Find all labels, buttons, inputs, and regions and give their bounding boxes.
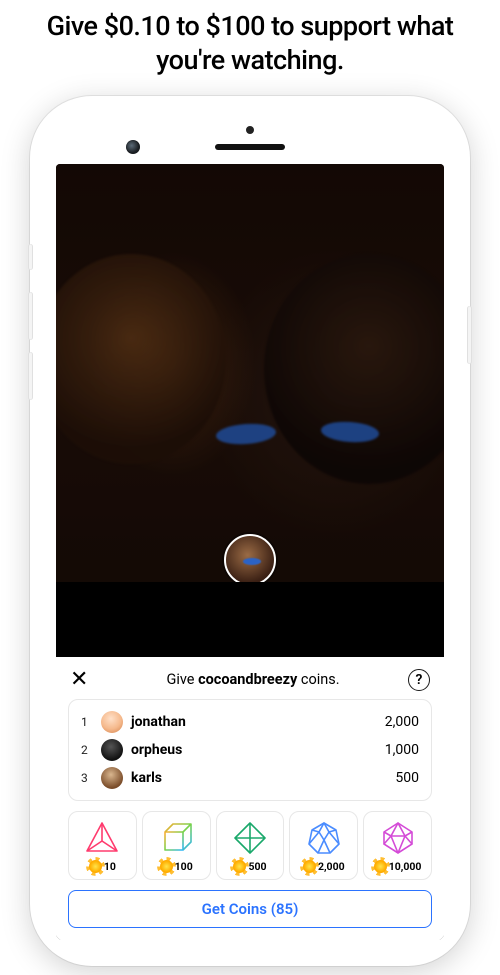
coin-option-10000[interactable]: 10,000: [363, 811, 432, 880]
icosahedron-icon: [378, 819, 418, 857]
front-camera-icon: [126, 140, 140, 154]
panel-title-user: cocoandbreezy: [198, 671, 297, 688]
speaker-grille-icon: [215, 144, 285, 150]
coin-icon: [374, 860, 387, 873]
dodecahedron-icon: [304, 819, 344, 857]
cube-icon: [156, 819, 196, 857]
avatar: [101, 739, 123, 761]
panel-title: Give cocoandbreezy coins.: [98, 671, 408, 688]
creator-avatar[interactable]: [224, 534, 276, 582]
camera-dot-icon: [246, 126, 254, 134]
coin-icon: [89, 860, 102, 873]
marketing-headline: Give $0.10 to $100 to support what you'r…: [0, 0, 500, 96]
leaderboard-coins: 2,000: [385, 714, 419, 730]
leaderboard-name: orpheus: [131, 742, 385, 758]
coin-options: 10 100 500: [68, 811, 432, 880]
panel-header: ✕ Give cocoandbreezy coins. ?: [66, 667, 434, 699]
phone-frame: ✕ Give cocoandbreezy coins. ? 1 jonathan…: [30, 96, 470, 966]
power-button: [467, 306, 472, 364]
leaderboard-rank: 1: [81, 715, 95, 729]
leaderboard: 1 jonathan 2,000 2 orpheus 1,000 3: [68, 699, 432, 801]
leaderboard-name: karls: [131, 770, 395, 786]
coin-icon: [233, 860, 246, 873]
coin-option-10[interactable]: 10: [68, 811, 137, 880]
phone-body: ✕ Give cocoandbreezy coins. ? 1 jonathan…: [44, 110, 456, 952]
volume-down-button: [28, 352, 33, 400]
help-icon[interactable]: ?: [408, 669, 430, 691]
coins-panel: ✕ Give cocoandbreezy coins. ? 1 jonathan…: [56, 657, 444, 940]
leaderboard-coins: 500: [395, 770, 419, 786]
coin-amount: 10: [104, 860, 116, 873]
leaderboard-rank: 3: [81, 771, 95, 785]
avatar: [101, 711, 123, 733]
tetrahedron-icon: [82, 819, 122, 857]
video-dim-overlay: [56, 164, 444, 582]
leaderboard-row[interactable]: 1 jonathan 2,000: [81, 708, 419, 736]
leaderboard-rank: 2: [81, 743, 95, 757]
coin-icon: [303, 860, 316, 873]
panel-title-suffix: coins.: [297, 671, 339, 688]
octahedron-icon: [230, 819, 270, 857]
get-coins-button[interactable]: Get Coins (85): [68, 890, 432, 928]
coin-amount: 2,000: [318, 860, 345, 873]
coin-option-100[interactable]: 100: [142, 811, 211, 880]
avatar: [101, 767, 123, 789]
leaderboard-coins: 1,000: [385, 742, 419, 758]
coin-amount: 100: [175, 860, 193, 873]
coin-amount: 500: [248, 860, 266, 873]
coin-option-2000[interactable]: 2,000: [289, 811, 358, 880]
phone-screen: ✕ Give cocoandbreezy coins. ? 1 jonathan…: [56, 164, 444, 940]
coin-icon: [160, 860, 173, 873]
mute-switch: [28, 244, 33, 270]
coin-amount: 10,000: [389, 860, 422, 873]
leaderboard-row[interactable]: 3 karls 500: [81, 764, 419, 792]
coin-option-500[interactable]: 500: [216, 811, 285, 880]
volume-up-button: [28, 292, 33, 340]
panel-title-prefix: Give: [166, 671, 198, 688]
phone-sensor-bar: [44, 110, 456, 164]
close-icon[interactable]: ✕: [70, 669, 98, 691]
leaderboard-name: jonathan: [131, 714, 385, 730]
video-content[interactable]: [56, 164, 444, 582]
leaderboard-row[interactable]: 2 orpheus 1,000: [81, 736, 419, 764]
